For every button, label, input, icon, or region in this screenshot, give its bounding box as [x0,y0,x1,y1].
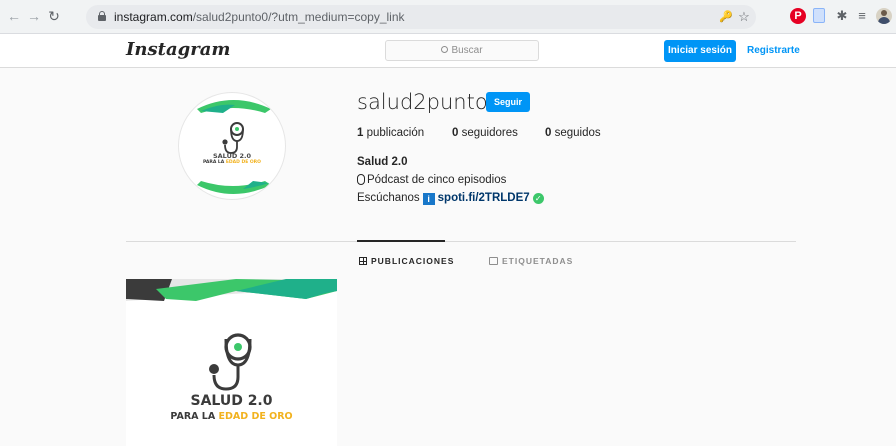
reload-icon[interactable]: ↻ [46,8,62,24]
bio-link-line: Escúchanos i spoti.fi/2TRLDE7 ✓ [357,192,544,205]
profile-avatar-icon[interactable] [876,8,892,24]
register-link[interactable]: Registrarte [747,40,800,62]
active-tab-indicator [357,240,445,242]
url-host: instagram.com [114,10,193,24]
avatar-logo-subtitle: PARA LA EDAD DE ORO [203,160,261,165]
post-logo-title: SALUD 2.0 [190,393,273,409]
avatar-logo-title: SALUD 2.0 [212,152,252,160]
instagram-logo[interactable]: Instagram [126,39,230,60]
post-logo-subtitle: PARA LA EDAD DE ORO [170,411,293,422]
grid-icon [359,257,367,265]
back-icon[interactable]: ← [6,8,22,24]
search-placeholder: Buscar [451,45,483,56]
star-icon[interactable]: ☆ [736,9,752,25]
microphone-icon [357,174,365,185]
pinterest-icon[interactable]: P [790,8,806,24]
address-bar[interactable]: instagram.com/salud2punto0/?utm_medium=c… [86,5,756,29]
avatar-logo-graphic [197,100,271,194]
puzzle-icon[interactable]: ✱ [834,8,850,24]
url-text[interactable]: instagram.com/salud2punto0/?utm_medium=c… [114,10,405,24]
lock-icon [98,11,106,22]
tagged-icon [489,257,498,265]
bio-listen-text: Escúchanos [357,192,420,204]
forward-icon[interactable]: → [26,8,42,24]
followers-count[interactable]: 0 seguidores [452,127,518,139]
posts-count: 1 publicación [357,127,425,139]
url-path: /salud2punto0/?utm_medium=copy_link [192,10,405,24]
profile-username: salud2punto0 [357,90,502,114]
following-count[interactable]: 0 seguidos [545,127,601,139]
key-icon[interactable]: 🔑 [718,9,734,25]
instagram-header: Instagram Buscar Iniciar sesión Registra… [0,34,896,68]
profile-divider [126,241,796,242]
login-button[interactable]: Iniciar sesión [664,40,736,62]
document-extension-icon[interactable] [813,8,825,23]
follow-button[interactable]: Seguir [486,92,530,112]
search-icon [441,46,449,53]
reading-list-icon[interactable]: ≡ [854,8,870,24]
tab-publicaciones[interactable]: PUBLICACIONES [359,256,454,266]
tab-etiquetadas[interactable]: ETIQUETADAS [489,256,573,266]
check-icon: ✓ [532,193,544,204]
bio-link[interactable]: spoti.fi/2TRLDE7 [438,192,530,204]
bio-name: Salud 2.0 [357,156,408,168]
browser-toolbar: ← → ↻ instagram.com/salud2punto0/?utm_me… [0,0,896,34]
profile-avatar: SALUD 2.0 PARA LA EDAD DE ORO [178,92,286,200]
bio-description: Pódcast de cinco episodios [357,174,506,186]
search-input[interactable]: Buscar [385,40,539,61]
post-thumbnail[interactable]: SALUD 2.0 PARA LA EDAD DE ORO [126,279,337,446]
info-icon: i [422,193,435,205]
